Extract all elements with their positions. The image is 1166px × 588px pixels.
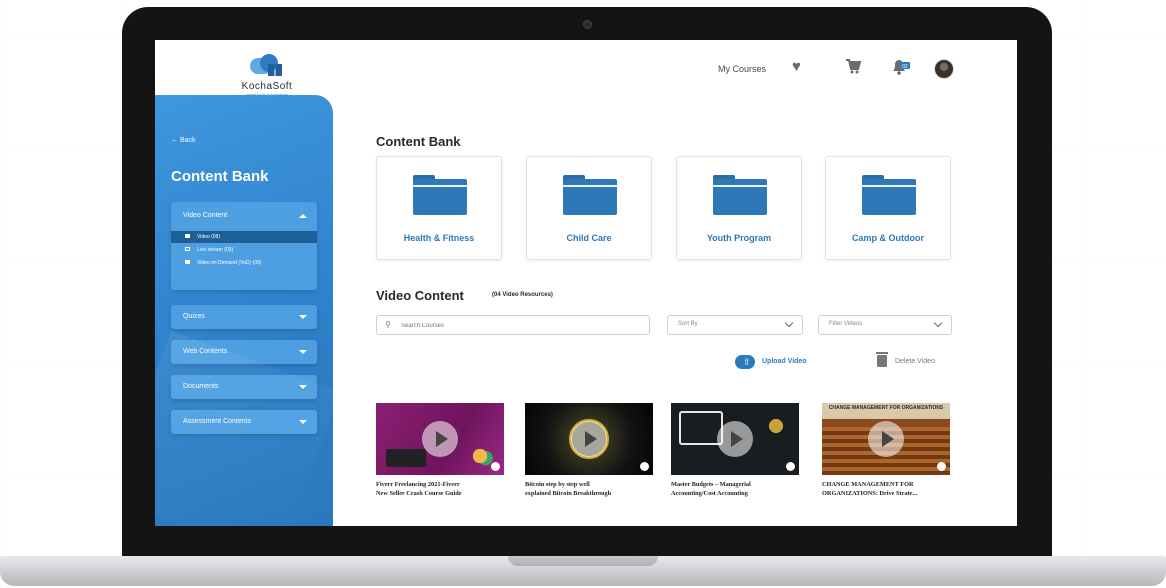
page-title: Content Bank: [376, 134, 461, 149]
play-icon[interactable]: [571, 421, 607, 457]
upload-label: Upload Video: [762, 358, 807, 365]
sidebar-item-label: Video on Demand (VoD) (05): [197, 260, 262, 266]
chevron-down-icon: [299, 350, 307, 354]
chevron-down-icon: [933, 318, 943, 328]
select-radio[interactable]: [491, 462, 500, 471]
video-card[interactable]: Master Budgets – Managerial Accounting/C…: [671, 403, 799, 498]
video-title[interactable]: Bitcoin step by step well explained Bitc…: [525, 481, 653, 498]
sidebar-item-video[interactable]: Video (08): [171, 231, 317, 243]
trash-icon: [876, 352, 888, 367]
notification-bell[interactable]: 02: [890, 58, 910, 76]
video-content-panel: Video Content Video (08) Live stream (03…: [171, 202, 317, 290]
folder-card-child-care[interactable]: Child Care: [526, 156, 652, 260]
sidebar: ← Back Content Bank Video Content Video …: [155, 95, 333, 526]
select-radio[interactable]: [640, 462, 649, 471]
folder-label: Youth Program: [706, 233, 772, 243]
folder-icon: [563, 175, 617, 215]
chevron-down-icon: [299, 315, 307, 319]
filter-select[interactable]: Filter Videos: [818, 315, 952, 335]
sidebar-section-documents[interactable]: Documents: [171, 375, 317, 399]
cloud-upload-icon: ⇧: [735, 355, 755, 369]
logo-mark-icon: [244, 52, 290, 80]
avatar[interactable]: [934, 59, 954, 79]
select-radio[interactable]: [937, 462, 946, 471]
section-title: Video Content: [376, 288, 464, 303]
sort-value: Sort By: [678, 321, 698, 327]
nav-my-courses[interactable]: My Courses: [718, 64, 766, 74]
sidebar-section-assessment[interactable]: Assessment Contents: [171, 410, 317, 434]
sort-select[interactable]: Sort By: [667, 315, 803, 335]
folder-label: Health & Fitness: [403, 233, 475, 243]
thumbnail-caption: CHANGE MANAGEMENT FOR ORGANIZATIONS: [828, 405, 944, 411]
play-icon[interactable]: [717, 421, 753, 457]
video-card[interactable]: Bitcoin step by step well explained Bitc…: [525, 403, 653, 498]
laptop-notch: [508, 556, 658, 566]
folder-icon: [862, 175, 916, 215]
section-label: Quizes: [183, 313, 205, 320]
video-camera-icon: [185, 234, 190, 238]
chevron-down-icon: [784, 318, 794, 328]
folder-label: Child Care: [566, 233, 612, 243]
chevron-down-icon: [299, 385, 307, 389]
logo-text: KochaSoft: [241, 81, 293, 92]
cart-icon[interactable]: [845, 58, 861, 74]
video-thumbnail[interactable]: CHANGE MANAGEMENT FOR ORGANIZATIONS: [822, 403, 950, 475]
video-title[interactable]: Master Budgets – Managerial Accounting/C…: [671, 481, 799, 498]
video-thumbnail[interactable]: [671, 403, 799, 475]
folder-card-health[interactable]: Health & Fitness: [376, 156, 502, 260]
delete-label: Delete Video: [895, 358, 935, 365]
sidebar-item-vod[interactable]: Video on Demand (VoD) (05): [171, 257, 317, 269]
sidebar-item-label: Live stream (03): [197, 247, 234, 253]
folder-card-camp[interactable]: Camp & Outdoor: [825, 156, 951, 260]
video-card[interactable]: Fiverr Freelancing 2021-Fiverr New Selle…: [376, 403, 504, 498]
search-field[interactable]: ⚲: [376, 315, 650, 335]
bell-icon: 02: [893, 60, 910, 75]
video-title[interactable]: Fiverr Freelancing 2021-Fiverr New Selle…: [376, 481, 504, 498]
section-label: Web Contents: [183, 348, 228, 355]
select-radio[interactable]: [786, 462, 795, 471]
sidebar-title: Content Bank: [171, 168, 269, 185]
sidebar-item-live-stream[interactable]: Live stream (03): [171, 244, 317, 256]
video-thumbnail[interactable]: [525, 403, 653, 475]
logo[interactable]: KochaSoft smart tools to transform: [227, 52, 307, 97]
heart-icon[interactable]: ♥: [792, 58, 801, 75]
search-icon: ⚲: [385, 320, 391, 329]
sidebar-section-web-contents[interactable]: Web Contents: [171, 340, 317, 364]
chevron-down-icon: [299, 420, 307, 424]
folder-card-youth[interactable]: Youth Program: [676, 156, 802, 260]
folder-icon: [413, 175, 467, 215]
video-card[interactable]: CHANGE MANAGEMENT FOR ORGANIZATIONS CHAN…: [822, 403, 950, 498]
filter-value: Filter Videos: [829, 321, 863, 327]
video-content-header[interactable]: Video Content: [183, 212, 227, 219]
play-icon[interactable]: [868, 421, 904, 457]
video-title[interactable]: CHANGE MANAGEMENT FOR ORGANIZATIONS: Dri…: [822, 481, 950, 498]
notification-count: 02: [902, 64, 908, 70]
play-icon[interactable]: [422, 421, 458, 457]
section-label: Assessment Contents: [183, 418, 252, 425]
app-screen: KochaSoft smart tools to transform My Co…: [155, 40, 1017, 526]
camera: [583, 20, 592, 29]
search-input[interactable]: [399, 318, 643, 333]
monitor-icon: [185, 247, 190, 251]
film-icon: [185, 260, 190, 264]
video-count: (04 Video Resources): [492, 292, 553, 298]
back-link[interactable]: ← Back: [171, 137, 196, 144]
video-thumbnail[interactable]: [376, 403, 504, 475]
section-label: Documents: [183, 383, 219, 390]
sidebar-item-label: Video (08): [197, 234, 220, 240]
folder-label: Camp & Outdoor: [852, 233, 924, 243]
chevron-up-icon[interactable]: [299, 214, 307, 218]
sidebar-section-quizes[interactable]: Quizes: [171, 305, 317, 329]
folder-icon: [713, 175, 767, 215]
